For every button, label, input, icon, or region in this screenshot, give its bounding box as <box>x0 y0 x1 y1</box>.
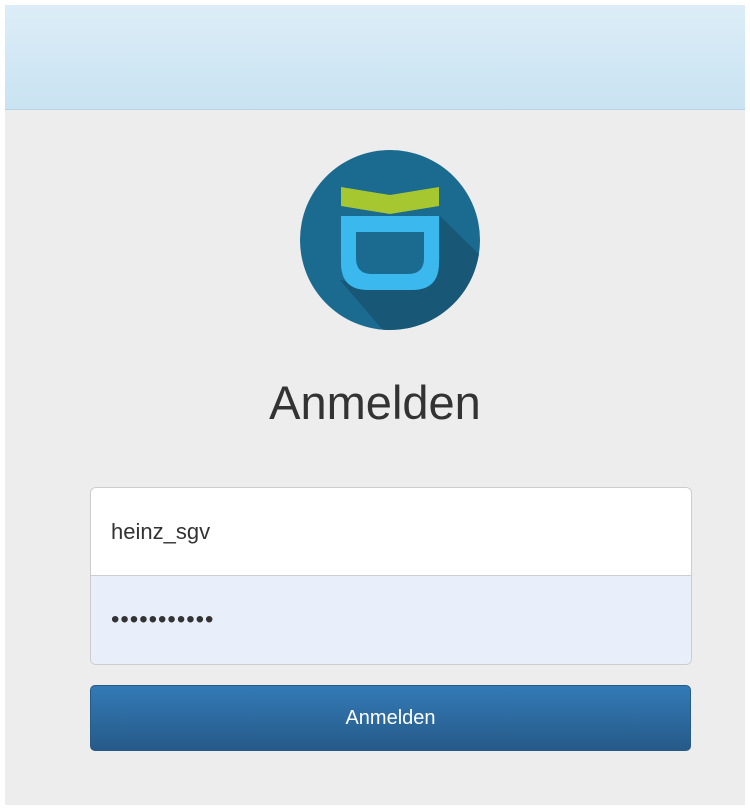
login-page: Anmelden Anmelden <box>5 5 745 805</box>
login-fields <box>90 487 692 665</box>
page-title: Anmelden <box>269 376 481 429</box>
login-button[interactable]: Anmelden <box>90 685 691 751</box>
username-input[interactable] <box>91 488 691 576</box>
app-logo-icon <box>300 150 480 330</box>
password-input[interactable] <box>91 576 691 664</box>
top-bar <box>5 5 745 110</box>
